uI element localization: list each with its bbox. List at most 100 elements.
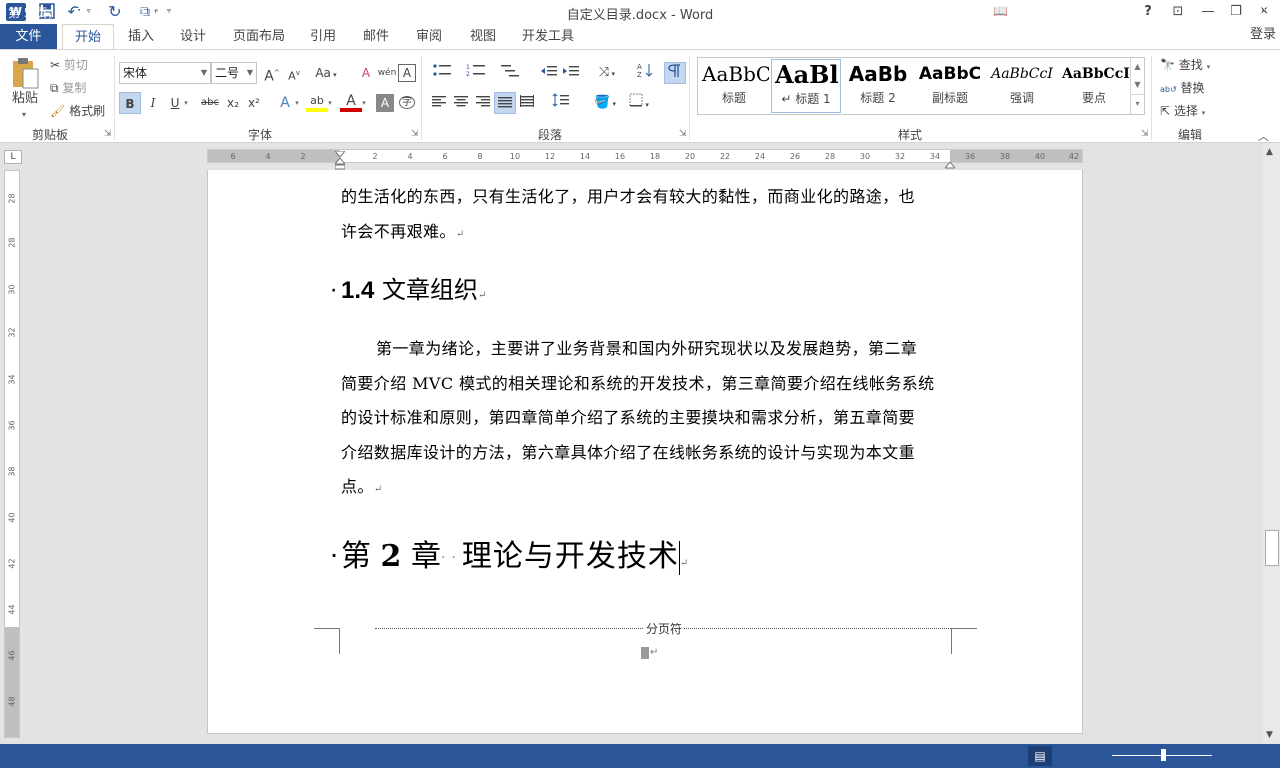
tab-references[interactable]: 引用 xyxy=(302,24,344,49)
style-emphasis[interactable]: AaBbCcI 强调 xyxy=(987,59,1057,113)
select-label: 选择 xyxy=(1173,104,1198,118)
vertical-ruler[interactable]: 28 28 30 32 34 36 38 40 42 44 46 48 xyxy=(4,170,20,738)
font-color-dropdown-icon[interactable]: ▾ xyxy=(358,92,370,114)
font-name-combo[interactable]: 宋体 ▼ xyxy=(119,62,211,84)
justify-icon[interactable] xyxy=(494,92,516,114)
proofing-icon[interactable]: 🕮 xyxy=(190,4,204,25)
scrollbar-thumb[interactable] xyxy=(1265,530,1279,566)
help-button[interactable]: ? xyxy=(1136,2,1160,22)
tab-file[interactable]: 文件 xyxy=(0,24,57,49)
tab-view[interactable]: 视图 xyxy=(462,24,504,49)
print-layout-icon[interactable]: ▤ xyxy=(1028,746,1052,766)
chapter-2-heading[interactable]: 第 2 章··理论与开发技术↵ xyxy=(341,537,688,584)
style-strong[interactable]: AaBbCcI 要点 xyxy=(1059,59,1129,113)
find-button[interactable]: 🔭 查找 ▾ xyxy=(1160,56,1210,76)
subscript-button[interactable]: x₂ xyxy=(222,92,244,114)
clipboard-launcher-icon[interactable]: ⇲ xyxy=(104,129,112,139)
paragraph-launcher-icon[interactable]: ⇲ xyxy=(679,129,687,139)
zoom-in-button[interactable]: + xyxy=(1215,4,1225,18)
tab-layout[interactable]: 页面布局 xyxy=(228,24,290,49)
horizontal-ruler[interactable]: 6 4 2 2 4 6 8 10 12 14 16 18 20 22 24 26… xyxy=(207,147,1083,170)
chevron-down-icon[interactable]: ▼ xyxy=(1131,76,1144,94)
tab-review[interactable]: 审阅 xyxy=(408,24,450,49)
style-subtitle[interactable]: AaBbC 副标题 xyxy=(915,59,985,113)
chinese-layout-icon[interactable]: ⤨ ▾ xyxy=(592,62,622,84)
font-launcher-icon[interactable]: ⇲ xyxy=(411,129,419,139)
right-indent-marker[interactable] xyxy=(943,158,957,169)
style-heading-1[interactable]: AaBl ↵ 标题 1 xyxy=(771,59,841,113)
increase-indent-icon[interactable] xyxy=(560,62,582,84)
ruler-tick: 36 xyxy=(964,152,976,161)
chevron-up-icon[interactable]: ▲ xyxy=(1131,58,1144,76)
phonetic-guide-icon[interactable]: wén xyxy=(376,62,398,84)
shrink-font-icon[interactable]: Av xyxy=(283,62,305,84)
tab-insert[interactable]: 插入 xyxy=(120,24,162,49)
decrease-indent-icon[interactable] xyxy=(538,62,560,84)
grow-font-icon[interactable]: A^ xyxy=(261,62,283,85)
text-effects-dropdown-icon[interactable]: ▾ xyxy=(291,92,303,114)
italic-button[interactable]: I xyxy=(142,92,164,114)
character-border-icon[interactable]: A xyxy=(398,64,416,82)
strikethrough-button[interactable]: abc xyxy=(197,92,223,114)
style-heading-2[interactable]: AaBb 标题 2 xyxy=(843,59,913,113)
character-shading-icon[interactable]: A xyxy=(376,94,394,112)
highlight-dropdown-icon[interactable]: ▾ xyxy=(324,92,336,114)
tab-developer[interactable]: 开发工具 xyxy=(516,24,580,49)
distributed-icon[interactable] xyxy=(516,92,538,114)
paste-dropdown-icon[interactable]: ▾ xyxy=(22,106,26,124)
cut-button[interactable]: ✂ 剪切 xyxy=(50,56,88,74)
read-mode-icon[interactable]: 📖 xyxy=(993,4,1008,18)
show-marks-icon[interactable] xyxy=(664,62,686,84)
clear-formatting-icon[interactable]: A xyxy=(355,62,377,84)
line-spacing-icon[interactable] xyxy=(548,92,578,114)
underline-dropdown-icon[interactable]: ▾ xyxy=(180,92,192,114)
align-center-icon[interactable] xyxy=(450,92,472,114)
numbering-icon[interactable]: 12 xyxy=(462,62,492,84)
zoom-out-button[interactable]: − xyxy=(1100,4,1110,18)
zoom-slider-thumb[interactable] xyxy=(1161,749,1166,761)
superscript-button[interactable]: x² xyxy=(243,92,265,114)
body-paragraph[interactable]: 的生活化的东西，只有生活化了，用户才会有较大的黏性，而商业化的路途，也 许会不再… xyxy=(341,180,961,252)
font-size-combo[interactable]: 二号 ▼ xyxy=(211,62,257,84)
sort-icon[interactable]: AZ xyxy=(634,62,656,84)
word-count[interactable]: 2481 个字 xyxy=(116,4,174,21)
language-indicator[interactable]: 中文(中国) xyxy=(222,4,279,21)
collapse-ribbon-icon[interactable]: ︿ xyxy=(1258,128,1269,144)
sign-in-link[interactable]: 登录 xyxy=(1250,24,1280,49)
page-count[interactable]: 第 5 页，共 7 页 xyxy=(8,4,99,21)
first-line-indent-marker[interactable] xyxy=(333,147,347,158)
change-case-icon[interactable]: Aa ▾ xyxy=(312,62,340,84)
align-left-icon[interactable] xyxy=(428,92,450,114)
styles-launcher-icon[interactable]: ⇲ xyxy=(1141,129,1149,139)
scroll-up-icon[interactable]: ▲ xyxy=(1266,147,1273,157)
heading-1-4[interactable]: 1.4 文章组织↵ xyxy=(341,273,486,313)
zoom-level[interactable]: 110% xyxy=(1240,4,1274,18)
body-paragraph[interactable]: 第一章为绪论，主要讲了业务背景和国内外研究现状以及发展趋势，第二章 简要介绍 M… xyxy=(341,332,961,508)
tab-design[interactable]: 设计 xyxy=(172,24,214,49)
paste-icon[interactable] xyxy=(10,56,40,90)
font-name-value: 宋体 xyxy=(123,66,148,80)
tab-home[interactable]: 开始 xyxy=(62,24,114,49)
format-painter-button[interactable]: 🖌 格式刷 xyxy=(50,102,105,120)
bullets-icon[interactable] xyxy=(428,62,458,84)
macro-record-icon[interactable]: ▦ xyxy=(298,4,309,18)
select-button[interactable]: ⇱ 选择 ▾ xyxy=(1160,102,1205,122)
tab-mailings[interactable]: 邮件 xyxy=(355,24,397,49)
replace-button[interactable]: ab↺ 替换 xyxy=(1160,79,1205,99)
scroll-down-icon[interactable]: ▼ xyxy=(1266,730,1273,740)
vertical-scrollbar[interactable] xyxy=(1263,143,1280,743)
hanging-indent-marker[interactable] xyxy=(333,157,347,170)
borders-icon[interactable]: ▾ xyxy=(624,92,654,114)
shading-icon[interactable]: 🪣 ▾ xyxy=(590,92,620,114)
bold-button[interactable]: B xyxy=(119,92,141,114)
enclose-characters-icon[interactable]: 字 xyxy=(396,92,418,114)
more-styles-icon[interactable]: ▾ xyxy=(1131,94,1144,112)
multilevel-list-icon[interactable] xyxy=(496,62,526,84)
tab-selector[interactable]: L xyxy=(4,150,22,164)
align-right-icon[interactable] xyxy=(472,92,494,114)
styles-gallery-scroll[interactable]: ▲ ▼ ▾ xyxy=(1130,58,1144,114)
copy-button[interactable]: ⧉ 复制 xyxy=(50,79,86,97)
web-layout-icon[interactable]: 🗔 xyxy=(1070,4,1083,25)
style-title[interactable]: AaBbC 标题 xyxy=(699,59,769,113)
ribbon-display-options-icon[interactable]: ⊡ xyxy=(1166,2,1190,22)
